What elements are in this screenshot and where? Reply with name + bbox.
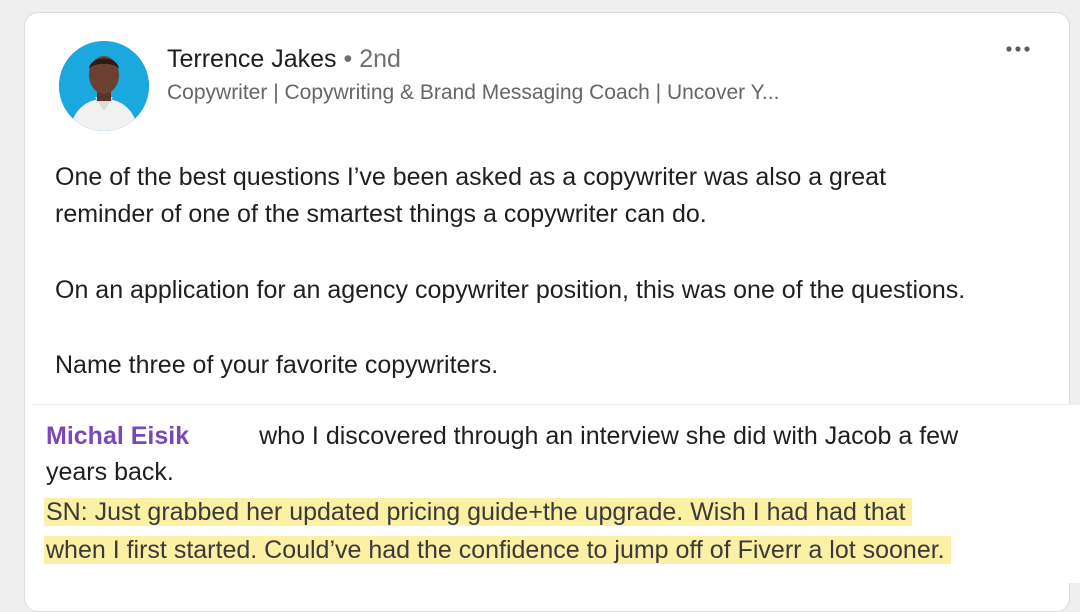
more-horizontal-icon [1006,46,1030,52]
comment-excerpt: Michal Eisik who I discovered through an … [32,405,1080,583]
highlighted-text: when I first started. Could’ve had the c… [44,536,951,564]
author-avatar[interactable] [59,41,149,131]
highlight-line-2: when I first started. Could’ve had the c… [44,532,951,568]
separator-dot: • [343,45,353,73]
post-paragraph-2: On an application for an agency copywrit… [55,276,966,304]
mention-link[interactable]: Michal Eisik [46,422,189,450]
author-name-line[interactable]: Terrence Jakes • 2nd [167,45,401,74]
post-line: reminder of one of the smartest things a… [55,200,707,228]
excerpt-text: who I discovered through an interview sh… [259,422,959,450]
post-paragraph-3: Name three of your favorite copywriters. [55,351,499,379]
excerpt-line-2: years back. [46,458,174,486]
connection-degree: 2nd [359,45,401,73]
more-options-button[interactable] [1001,39,1035,59]
post-paragraph-1: One of the best questions I’ve been aske… [55,159,886,233]
post-line: One of the best questions I’ve been aske… [55,163,887,191]
author-headline: Copywriter | Copywriting & Brand Messagi… [167,81,780,104]
author-name[interactable]: Terrence Jakes [167,45,337,73]
highlighted-text: SN: Just grabbed her updated pricing gui… [44,498,912,526]
avatar-photo [59,41,149,131]
highlight-line-1: SN: Just grabbed her updated pricing gui… [44,494,912,530]
excerpt-line-1: Michal Eisik who I discovered through an … [46,418,958,454]
